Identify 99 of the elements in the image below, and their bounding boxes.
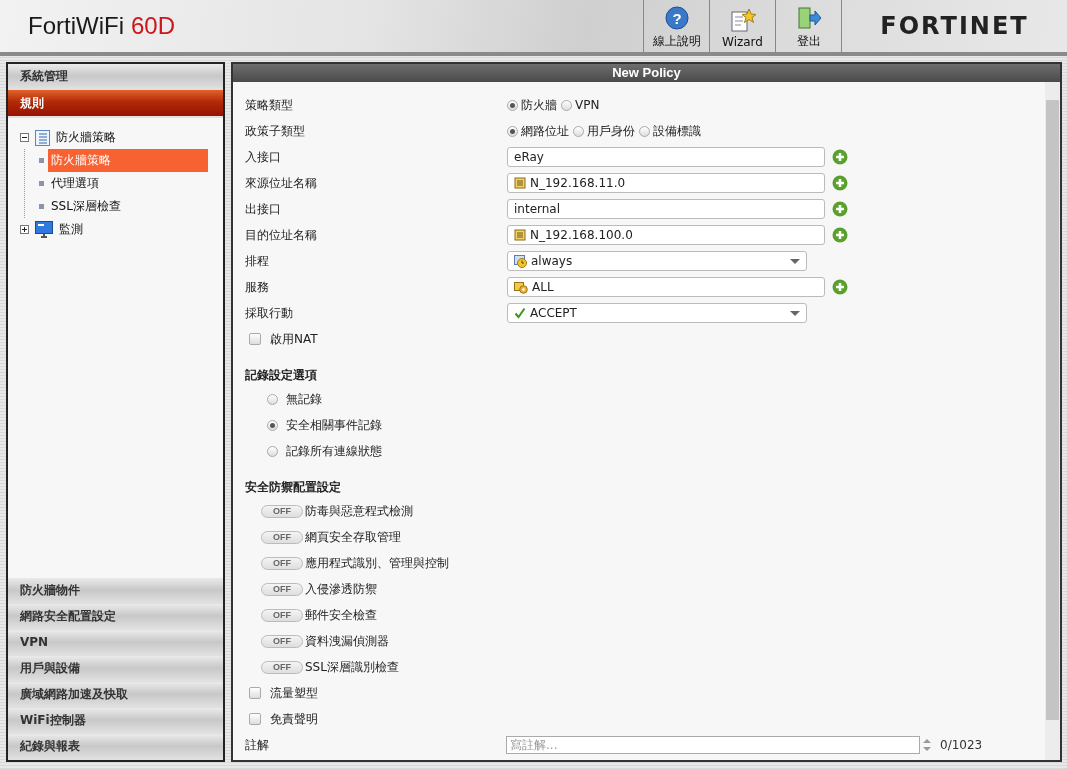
checkbox[interactable] xyxy=(249,333,261,345)
toggle-switch[interactable]: OFF xyxy=(261,634,303,648)
check-icon xyxy=(514,307,526,319)
radio-button[interactable] xyxy=(507,99,518,111)
panel-title: New Policy xyxy=(233,64,1060,82)
add-icon[interactable] xyxy=(832,201,848,217)
radio-button[interactable] xyxy=(507,125,518,137)
monitor-icon xyxy=(35,221,53,238)
model-name: 60D xyxy=(131,12,175,40)
toggle-switch[interactable]: OFF xyxy=(261,530,303,544)
radio-button[interactable] xyxy=(267,419,278,431)
section-heading: 記錄設定選項 xyxy=(245,366,317,384)
toolbar-button[interactable]: Wizard xyxy=(710,0,776,52)
toggle-label: 資料洩漏偵測器 xyxy=(305,632,389,650)
field-label: 入接口 xyxy=(245,149,281,164)
toggle-label: 入侵滲透防禦 xyxy=(305,580,377,598)
field-label: 策略類型 xyxy=(245,97,293,112)
radio-label: 防火牆 xyxy=(521,96,557,114)
bullet-icon xyxy=(39,204,44,209)
comment-field[interactable]: 寫註解... xyxy=(506,736,920,754)
toggle-label: SSL深層識別檢查 xyxy=(305,658,399,676)
field-label: 排程 xyxy=(245,253,269,268)
list-icon xyxy=(35,129,50,146)
door-arrow-icon xyxy=(795,6,822,30)
scrollbar[interactable] xyxy=(1045,82,1060,760)
add-icon[interactable] xyxy=(832,279,848,295)
tree-item[interactable]: 代理選項 xyxy=(48,172,208,195)
toolbar-button[interactable]: 登出 xyxy=(776,0,842,52)
menu-section[interactable]: 防火牆物件 xyxy=(8,578,223,604)
section-heading: 安全防禦配置設定 xyxy=(245,478,341,496)
input-field[interactable]: N_192.168.11.0 xyxy=(507,173,825,193)
field-label: 目的位址名稱 xyxy=(245,227,317,242)
toggle-label: 防毒與惡意程式檢測 xyxy=(305,502,413,520)
toggle-switch[interactable]: OFF xyxy=(261,556,303,570)
radio-label: 設備標識 xyxy=(653,122,701,140)
bullet-icon xyxy=(39,158,44,163)
radio-label: 記錄所有連線狀態 xyxy=(286,442,382,460)
radio-button[interactable] xyxy=(267,445,278,457)
radio-label: 無記錄 xyxy=(286,390,322,408)
field-label: 政策子類型 xyxy=(245,123,305,138)
radio-label: VPN xyxy=(575,98,600,112)
dropdown[interactable]: ACCEPT xyxy=(507,303,807,323)
radio-button[interactable] xyxy=(573,125,584,137)
toggle-switch[interactable]: OFF xyxy=(261,504,303,518)
field-label: 來源位址名稱 xyxy=(245,175,317,190)
toggle-switch[interactable]: OFF xyxy=(261,660,303,674)
toggle-switch[interactable]: OFF xyxy=(261,582,303,596)
address-book-icon xyxy=(514,229,526,241)
expand-icon[interactable] xyxy=(20,225,29,234)
toggle-label: 應用程式識別、管理與控制 xyxy=(305,554,449,572)
checkbox-label: 流量塑型 xyxy=(270,684,318,702)
menu-section[interactable]: 系統管理 xyxy=(8,64,223,90)
menu-section[interactable]: 廣域網路加速及快取 xyxy=(8,682,223,708)
field-label: 出接口 xyxy=(245,201,281,216)
menu-section[interactable]: 規則 xyxy=(8,90,223,118)
dropdown[interactable]: always xyxy=(507,251,807,271)
product-name: FortiWiFi xyxy=(28,12,124,40)
menu-section[interactable]: VPN xyxy=(8,630,223,656)
radio-button[interactable] xyxy=(267,393,278,405)
toggle-label: 網頁安全存取管理 xyxy=(305,528,401,546)
checkbox-label: 啟用NAT xyxy=(270,330,318,348)
bullet-icon xyxy=(39,181,44,186)
tree-item[interactable]: SSL深層檢查 xyxy=(48,195,208,218)
radio-label: 安全相關事件記錄 xyxy=(286,416,382,434)
field-label: 採取行動 xyxy=(245,305,293,320)
input-field[interactable]: internal xyxy=(507,199,825,219)
collapse-icon[interactable] xyxy=(20,133,29,142)
service-icon xyxy=(514,280,528,294)
radio-label: 網路位址 xyxy=(521,122,569,140)
clock-icon xyxy=(514,254,527,268)
menu-section[interactable]: WiFi控制器 xyxy=(8,708,223,734)
checkbox[interactable] xyxy=(249,713,261,725)
toolbar-button[interactable]: ? 線上說明 xyxy=(644,0,710,52)
checkbox-label: 免責聲明 xyxy=(270,710,318,728)
toggle-label: 郵件安全檢查 xyxy=(305,606,377,624)
add-icon[interactable] xyxy=(832,175,848,191)
help-icon: ? xyxy=(664,6,689,30)
tree-item[interactable]: 防火牆策略 xyxy=(56,129,116,146)
input-field[interactable]: eRay xyxy=(507,147,825,167)
menu-section[interactable]: 網路安全配置設定 xyxy=(8,604,223,630)
spinner-icon[interactable] xyxy=(922,736,932,754)
radio-label: 用戶身份 xyxy=(587,122,635,140)
wizard-icon xyxy=(729,7,756,32)
radio-button[interactable] xyxy=(639,125,650,137)
menu-section[interactable]: 用戶與設備 xyxy=(8,656,223,682)
field-label: 註解 xyxy=(245,737,269,752)
add-icon[interactable] xyxy=(832,227,848,243)
input-field[interactable]: ALL xyxy=(507,277,825,297)
input-field[interactable]: N_192.168.100.0 xyxy=(507,225,825,245)
toggle-switch[interactable]: OFF xyxy=(261,608,303,622)
tree-item[interactable]: 監測 xyxy=(59,221,83,238)
character-counter: 0/1023 xyxy=(940,738,983,752)
add-icon[interactable] xyxy=(832,149,848,165)
menu-section[interactable]: 紀錄與報表 xyxy=(8,734,223,760)
radio-button[interactable] xyxy=(561,99,572,111)
field-label: 服務 xyxy=(245,279,269,294)
address-book-icon xyxy=(514,177,526,189)
logo: FORTINET xyxy=(880,12,1029,40)
checkbox[interactable] xyxy=(249,687,261,699)
